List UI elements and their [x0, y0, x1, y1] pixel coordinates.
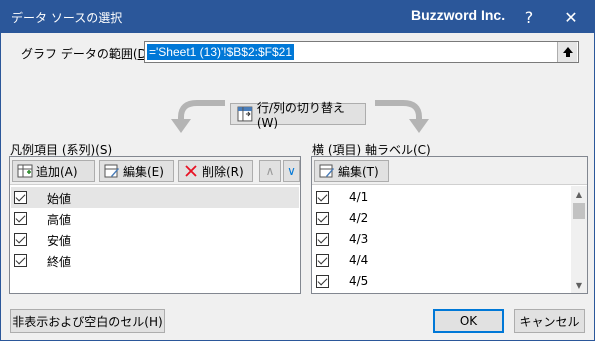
- move-up-button[interactable]: ∧: [259, 160, 281, 182]
- checkbox[interactable]: [316, 212, 329, 225]
- vertical-scrollbar[interactable]: ▲ ▼: [571, 186, 587, 293]
- curved-arrow-right-icon: [375, 100, 429, 133]
- move-down-button[interactable]: ∨: [283, 160, 300, 182]
- axis-list: 4/1 4/2 4/3 4/4 4/5: [313, 187, 570, 292]
- collapse-up-icon: [562, 47, 573, 57]
- brand-label: Buzzword Inc.: [411, 7, 506, 23]
- axis-label-item: 4/2: [349, 211, 369, 225]
- switch-row-column-label: 行/列の切り替え(W): [256, 100, 345, 130]
- legend-entries-panel: 追加(A) 編集(E) 削除(R) ∧ ∨ 始値 高値 安値 終値: [9, 156, 301, 294]
- hidden-empty-cells-button[interactable]: 非表示および空白のセル(H): [10, 309, 165, 333]
- close-button[interactable]: ✕: [557, 3, 585, 31]
- checkbox[interactable]: [14, 254, 27, 267]
- scroll-up-icon[interactable]: ▲: [571, 186, 587, 202]
- axis-label-item: 4/1: [349, 190, 369, 204]
- range-value: ='Sheet1 (13)'!$B$2:$F$21: [147, 44, 295, 60]
- list-item[interactable]: 4/5: [313, 271, 570, 292]
- add-table-icon: [17, 164, 33, 178]
- axis-label-item: 4/4: [349, 253, 369, 267]
- dialog-title: データ ソースの選択: [11, 11, 123, 25]
- edit-series-button[interactable]: 編集(E): [99, 160, 174, 182]
- range-label-pre: グラフ データの範囲(: [21, 47, 138, 61]
- scroll-down-icon[interactable]: ▼: [571, 277, 587, 293]
- legend-toolbar: 追加(A) 編集(E) 削除(R) ∧ ∨: [10, 157, 300, 185]
- list-item[interactable]: 安値: [11, 229, 299, 250]
- chevron-down-icon: ∨: [287, 164, 296, 178]
- series-name: 高値: [47, 213, 72, 227]
- chart-data-range-input[interactable]: ='Sheet1 (13)'!$B$2:$F$21: [144, 41, 579, 63]
- chevron-up-icon: ∧: [265, 164, 275, 178]
- list-item[interactable]: 4/4: [313, 250, 570, 271]
- range-label: グラフ データの範囲(D):: [21, 45, 155, 62]
- edit-icon: [104, 164, 119, 178]
- delete-x-icon: [185, 165, 197, 177]
- add-series-button[interactable]: 追加(A): [12, 160, 95, 182]
- switch-row-column-button[interactable]: 行/列の切り替え(W): [230, 101, 366, 130]
- hidden-empty-cells-label: 非表示および空白のセル(H): [12, 314, 163, 329]
- edit-axis-labels-button[interactable]: 編集(T): [314, 160, 389, 182]
- ok-button[interactable]: OK: [433, 309, 504, 333]
- scroll-thumb[interactable]: [573, 203, 585, 219]
- edit-series-label: 編集(E): [123, 164, 164, 179]
- series-name: 終値: [47, 255, 72, 269]
- add-series-label: 追加(A): [36, 164, 78, 179]
- ok-label: OK: [459, 314, 478, 328]
- checkbox[interactable]: [14, 212, 27, 225]
- axis-labels-panel: 編集(T) 4/1 4/2 4/3 4/4 4/5 ▲ ▼: [311, 156, 588, 294]
- list-item[interactable]: 4/2: [313, 208, 570, 229]
- close-icon: ✕: [564, 7, 578, 27]
- cancel-button[interactable]: キャンセル: [514, 309, 585, 333]
- edit-axis-labels-label: 編集(T): [338, 164, 379, 179]
- list-item[interactable]: 高値: [11, 208, 299, 229]
- switch-row-column-icon: [237, 106, 253, 122]
- edit-icon: [319, 164, 334, 178]
- list-item[interactable]: 始値: [11, 187, 299, 208]
- axis-toolbar: 編集(T): [312, 157, 587, 185]
- delete-series-button[interactable]: 削除(R): [178, 160, 253, 182]
- legend-list: 始値 高値 安値 終値: [11, 187, 299, 271]
- select-data-source-dialog: データ ソースの選択 Buzzword Inc. ? ✕ グラフ データの範囲(…: [0, 0, 595, 341]
- collapse-dialog-button[interactable]: [557, 42, 577, 62]
- list-item[interactable]: 4/3: [313, 229, 570, 250]
- series-name: 始値: [47, 192, 72, 206]
- cancel-label: キャンセル: [519, 314, 580, 329]
- axis-label-item: 4/5: [349, 274, 369, 288]
- checkbox[interactable]: [316, 254, 329, 267]
- checkbox[interactable]: [14, 191, 27, 204]
- checkbox[interactable]: [316, 233, 329, 246]
- delete-series-label: 削除(R): [202, 164, 244, 179]
- axis-label-item: 4/3: [349, 232, 369, 246]
- checkbox[interactable]: [14, 233, 27, 246]
- list-item[interactable]: 4/1: [313, 187, 570, 208]
- checkbox[interactable]: [316, 275, 329, 288]
- series-name: 安値: [47, 234, 72, 248]
- title-bar[interactable]: データ ソースの選択 Buzzword Inc. ? ✕: [1, 1, 594, 33]
- checkbox[interactable]: [316, 191, 329, 204]
- help-icon: ?: [524, 7, 534, 27]
- curved-arrow-left-icon: [171, 100, 225, 133]
- list-item[interactable]: 終値: [11, 250, 299, 271]
- help-button[interactable]: ?: [515, 3, 543, 31]
